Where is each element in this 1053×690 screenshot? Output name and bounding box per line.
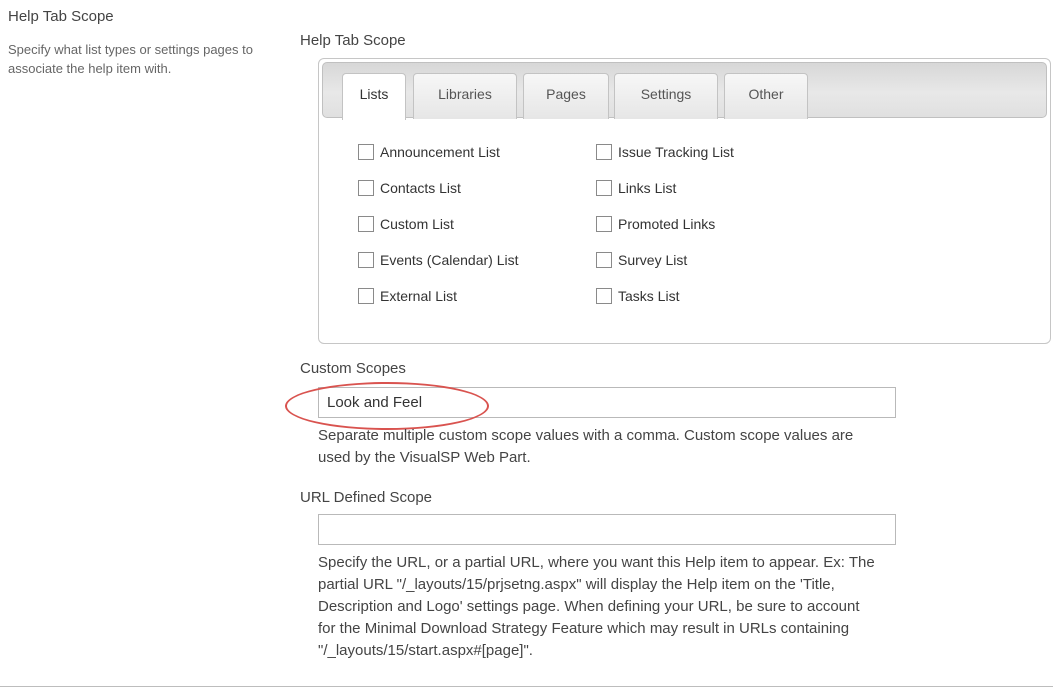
checkbox-events-calendar-list[interactable]: Events (Calendar) List bbox=[358, 252, 519, 268]
section-title: Help Tab Scope bbox=[8, 8, 114, 25]
help-line: Description and Logo' settings page. Whe… bbox=[318, 598, 860, 615]
checkbox-label: Events (Calendar) List bbox=[380, 252, 519, 268]
checkbox-announcement-list[interactable]: Announcement List bbox=[358, 144, 500, 160]
section-description: Specify what list types or settings page… bbox=[8, 42, 253, 76]
tab-strip: Lists Libraries Pages Settings Other bbox=[322, 62, 1047, 120]
checkbox-issue-tracking-list[interactable]: Issue Tracking List bbox=[596, 144, 734, 160]
checkbox[interactable] bbox=[596, 252, 612, 268]
tab-pages[interactable]: Pages bbox=[523, 73, 609, 119]
checkbox[interactable] bbox=[358, 252, 374, 268]
checkbox-links-list[interactable]: Links List bbox=[596, 180, 676, 196]
help-line: used by the VisualSP Web Part. bbox=[318, 449, 531, 466]
checkbox[interactable] bbox=[596, 180, 612, 196]
url-defined-scope-input[interactable] bbox=[318, 514, 896, 545]
url-scope-help-text: Specify the URL, or a partial URL, where… bbox=[318, 552, 875, 662]
help-line: "/_layouts/15/start.aspx#[page]". bbox=[318, 642, 533, 659]
url-defined-scope-label: URL Defined Scope bbox=[300, 489, 433, 506]
checkbox-label: Tasks List bbox=[618, 288, 680, 304]
checkbox[interactable] bbox=[596, 288, 612, 304]
checkbox-label: Links List bbox=[618, 180, 677, 196]
checkbox[interactable] bbox=[358, 180, 374, 196]
checkbox-custom-list[interactable]: Custom List bbox=[358, 216, 454, 232]
checkbox-survey-list[interactable]: Survey List bbox=[596, 252, 687, 268]
tab-lists[interactable]: Lists bbox=[342, 73, 406, 120]
checkbox[interactable] bbox=[358, 216, 374, 232]
checkbox[interactable] bbox=[358, 144, 374, 160]
tab-settings[interactable]: Settings bbox=[614, 73, 718, 119]
section-divider bbox=[0, 686, 1053, 687]
checkbox-label: External List bbox=[380, 288, 458, 304]
checkbox-label: Announcement List bbox=[380, 144, 500, 160]
checkbox[interactable] bbox=[596, 144, 612, 160]
scope-tab-panel: Lists Libraries Pages Settings Other Ann… bbox=[318, 58, 1051, 344]
checkbox-label: Custom List bbox=[380, 216, 454, 232]
checkbox-label: Contacts List bbox=[380, 180, 461, 196]
help-tab-scope-label: Help Tab Scope bbox=[300, 32, 406, 49]
help-line: for the Minimal Download Strategy Featur… bbox=[318, 620, 850, 637]
custom-scopes-help-text: Separate multiple custom scope values wi… bbox=[318, 425, 853, 469]
help-line: Specify the URL, or a partial URL, where… bbox=[318, 554, 875, 571]
checkbox[interactable] bbox=[358, 288, 374, 304]
custom-scopes-label: Custom Scopes bbox=[300, 360, 406, 377]
checkbox-external-list[interactable]: External List bbox=[358, 288, 457, 304]
checkbox-label: Promoted Links bbox=[618, 216, 716, 232]
checkbox-label: Survey List bbox=[618, 252, 688, 268]
tab-libraries[interactable]: Libraries bbox=[413, 73, 517, 119]
custom-scopes-input[interactable] bbox=[318, 387, 896, 418]
tab-other[interactable]: Other bbox=[724, 73, 808, 119]
help-line: partial URL "/_layouts/15/prjsetng.aspx"… bbox=[318, 576, 835, 593]
checkbox-label: Issue Tracking List bbox=[618, 144, 734, 160]
checkbox-contacts-list[interactable]: Contacts List bbox=[358, 180, 461, 196]
help-line: Separate multiple custom scope values wi… bbox=[318, 427, 854, 444]
checkbox-promoted-links[interactable]: Promoted Links bbox=[596, 216, 715, 232]
checkbox-tasks-list[interactable]: Tasks List bbox=[596, 288, 679, 304]
checkbox[interactable] bbox=[596, 216, 612, 232]
